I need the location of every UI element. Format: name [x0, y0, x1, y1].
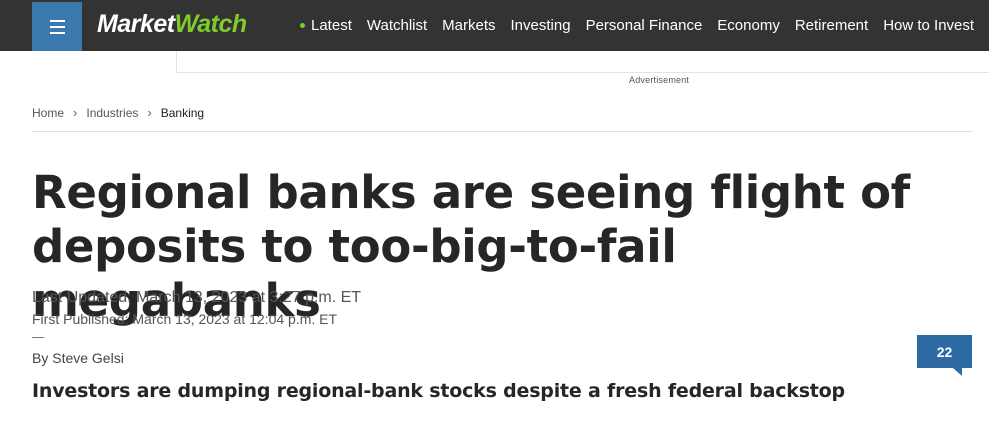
- byline-divider: [32, 337, 44, 338]
- nav-item-markets[interactable]: Markets: [442, 17, 495, 34]
- chevron-right-icon: ›: [147, 105, 152, 120]
- first-published-timestamp: First Published: March 13, 2023 at 12:04…: [32, 311, 338, 327]
- menu-button[interactable]: [32, 2, 82, 51]
- comment-bubble-icon: [953, 368, 962, 376]
- chevron-right-icon: ›: [73, 105, 78, 120]
- nav-item-label: Latest: [311, 17, 352, 34]
- nav-item-personal-finance[interactable]: Personal Finance: [586, 17, 703, 34]
- breadcrumb: Home › Industries › Banking: [32, 105, 204, 120]
- comments-button[interactable]: 22: [917, 335, 972, 376]
- nav-item-investing[interactable]: Investing: [511, 17, 571, 34]
- advertisement-label: Advertisement: [629, 75, 690, 85]
- main-nav: Latest Watchlist Markets Investing Perso…: [300, 0, 989, 51]
- logo-market-text: Market: [97, 10, 175, 38]
- breadcrumb-divider: [32, 131, 973, 132]
- comment-count: 22: [936, 343, 953, 360]
- nav-item-retirement[interactable]: Retirement: [795, 17, 868, 34]
- live-dot-icon: [300, 23, 305, 28]
- nav-item-latest[interactable]: Latest: [300, 17, 352, 34]
- article-subheadline: Investors are dumping regional-bank stoc…: [32, 380, 845, 402]
- nav-item-watchlist[interactable]: Watchlist: [367, 17, 427, 34]
- author-byline[interactable]: By Steve Gelsi: [32, 350, 124, 366]
- logo-watch-text: Watch: [174, 10, 248, 38]
- advertisement-slot: [176, 51, 989, 73]
- breadcrumb-banking[interactable]: Banking: [161, 106, 204, 120]
- nav-item-economy[interactable]: Economy: [717, 17, 780, 34]
- breadcrumb-industries[interactable]: Industries: [86, 106, 138, 120]
- breadcrumb-home[interactable]: Home: [32, 106, 64, 120]
- menu-icon: [49, 18, 65, 36]
- last-updated-timestamp: Last Updated: March 13, 2023 at 3:27 p.m…: [32, 289, 362, 306]
- marketwatch-logo[interactable]: Market Watch: [97, 10, 247, 42]
- nav-item-how-to-invest[interactable]: How to Invest: [883, 17, 974, 34]
- top-navigation-bar: Market Watch Latest Watchlist Markets Inv…: [0, 0, 989, 51]
